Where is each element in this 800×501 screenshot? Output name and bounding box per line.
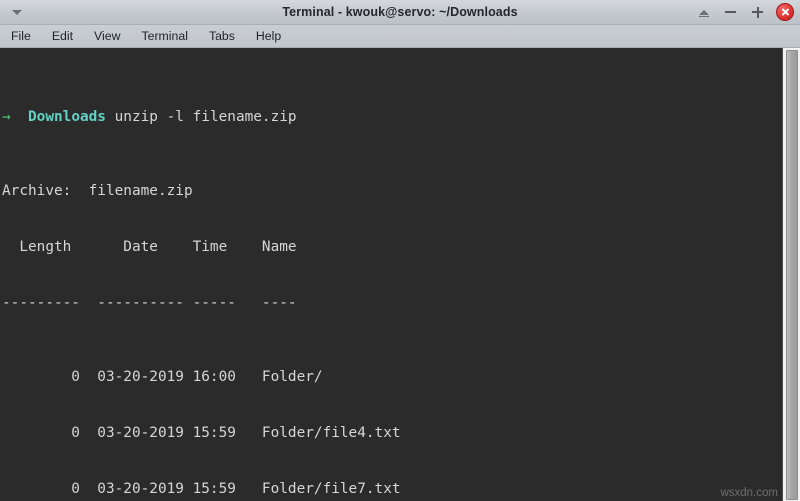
terminal-command: unzip -l filename.zip	[105, 108, 297, 125]
prompt-arrow-icon: →	[2, 108, 11, 125]
terminal-line-prompt-command: → Downloads unzip -l filename.zip	[2, 108, 782, 127]
close-button[interactable]	[776, 3, 794, 21]
shade-window-icon	[698, 9, 709, 17]
terminal-row: 0 03-20-2019 16:00 Folder/	[2, 369, 323, 386]
terminal-line-archive: Archive: filename.zip	[2, 183, 193, 200]
close-icon	[781, 8, 790, 17]
menu-item-edit[interactable]: Edit	[50, 28, 75, 44]
menubar: File Edit View Terminal Tabs Help	[0, 25, 800, 48]
vertical-scrollbar[interactable]	[782, 48, 800, 501]
scrollbar-thumb[interactable]	[786, 50, 798, 500]
terminal-row: 0 03-20-2019 15:59 Folder/file7.txt	[2, 480, 401, 497]
terminal-line-header: Length Date Time Name	[2, 238, 297, 255]
menu-item-tabs[interactable]: Tabs	[207, 28, 237, 44]
watermark: wsxdn.com	[720, 487, 778, 499]
chevron-down-icon	[12, 9, 22, 15]
terminal-row: 0 03-20-2019 15:59 Folder/file4.txt	[2, 424, 401, 441]
terminal-body: → Downloads unzip -l filename.zip Archiv…	[0, 48, 800, 501]
terminal-window: Terminal - kwouk@servo: ~/Downloads File…	[0, 0, 800, 501]
minimize-icon	[725, 11, 736, 13]
maximize-button[interactable]	[749, 4, 766, 21]
terminal-screen[interactable]: → Downloads unzip -l filename.zip Archiv…	[0, 48, 782, 501]
window-menu-button[interactable]	[0, 0, 34, 24]
window-controls	[695, 0, 794, 24]
window-title: Terminal - kwouk@servo: ~/Downloads	[282, 5, 518, 19]
shade-window-button[interactable]	[695, 4, 712, 21]
minimize-button[interactable]	[722, 4, 739, 21]
prompt-directory: Downloads	[28, 108, 106, 125]
terminal-line-separator-top: --------- ---------- ----- ----	[2, 294, 297, 311]
maximize-icon	[752, 6, 763, 18]
menu-item-terminal[interactable]: Terminal	[139, 28, 189, 44]
titlebar: Terminal - kwouk@servo: ~/Downloads	[0, 0, 800, 25]
menu-item-file[interactable]: File	[9, 28, 33, 44]
menu-item-help[interactable]: Help	[254, 28, 283, 44]
menu-item-view[interactable]: View	[92, 28, 122, 44]
